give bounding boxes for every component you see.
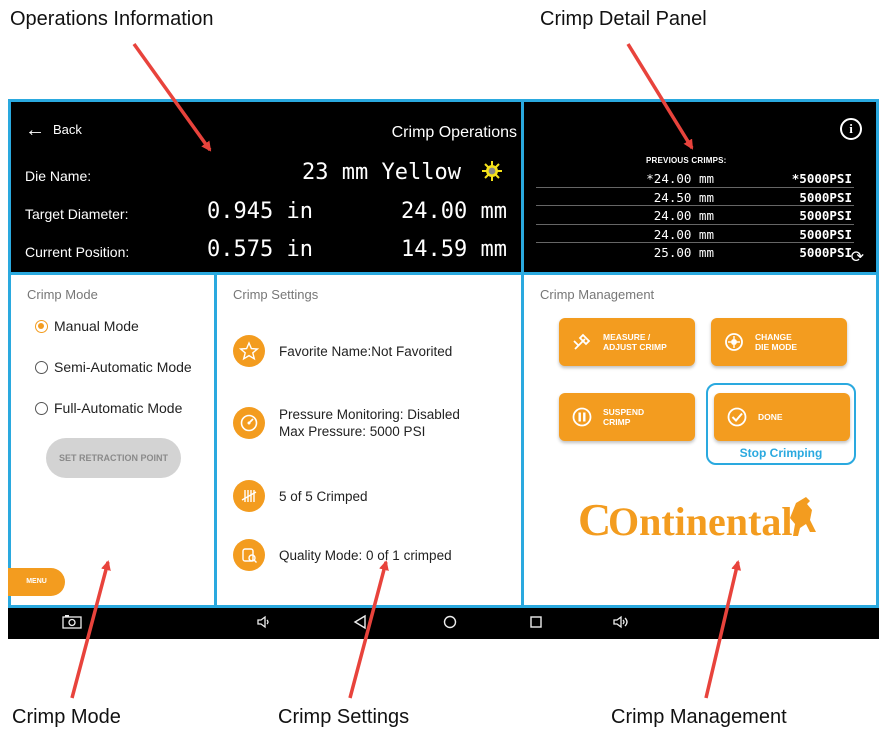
radio-unselected-icon [35, 360, 48, 374]
callout-crimp-mode: Crimp Mode [12, 706, 121, 728]
favorite-setting[interactable]: Favorite Name:Not Favorited [233, 335, 452, 367]
current-position-mm: 14.59 mm [401, 237, 507, 262]
section-title: Crimp Settings [233, 287, 319, 302]
crimp-mode-panel: Crimp Mode Manual Mode Semi-Automatic Mo… [8, 272, 217, 608]
screenshot-icon[interactable] [62, 614, 82, 634]
quality-icon [233, 539, 265, 571]
current-position-inches: 0.575 in [207, 237, 313, 262]
crimp-management-panel: Crimp Management MEASURE / ADJUST CRIMP … [521, 272, 879, 608]
tally-icon [233, 480, 265, 512]
stop-crimping-label: Stop Crimping [739, 446, 823, 460]
favorite-name-text: Favorite Name:Not Favorited [279, 343, 453, 359]
menu-button[interactable]: MENU [8, 568, 65, 596]
crimp-pressure: 5000PSI [799, 208, 852, 223]
refresh-icon[interactable]: ⟳ [851, 247, 864, 267]
set-retraction-point-button[interactable]: SET RETRACTION POINT [46, 438, 181, 478]
button-label: SUSPEND CRIMP [603, 407, 645, 427]
semi-automatic-mode-radio[interactable]: Semi-Automatic Mode [35, 359, 192, 375]
quality-mode-setting[interactable]: Quality Mode: 0 of 1 crimped [233, 539, 452, 571]
section-title: Crimp Mode [27, 287, 98, 302]
radio-selected-icon [35, 319, 48, 333]
die-name-label: Die Name: [25, 168, 92, 184]
pressure-monitoring-text: Pressure Monitoring: Disabled Max Pressu… [279, 406, 460, 440]
nav-home-icon[interactable] [442, 614, 458, 634]
target-diameter-inches: 0.945 in [207, 199, 313, 224]
previous-crimps-list: *24.00 mm *5000PSI 24.50 mm 5000PSI 24.0… [536, 169, 854, 262]
target-diameter-label: Target Diameter: [25, 206, 129, 222]
pause-icon [572, 407, 592, 427]
callout-operations-information: Operations Information [10, 8, 214, 30]
die-change-icon [725, 333, 743, 351]
measure-icon [573, 333, 591, 350]
back-arrow-icon: ← [25, 118, 45, 141]
crimp-pressure: 5000PSI [799, 189, 852, 205]
crimp-pressure: 5000PSI [799, 226, 852, 242]
back-button[interactable]: ← Back [25, 118, 82, 141]
volume-up-icon[interactable] [612, 614, 630, 634]
manual-mode-radio[interactable]: Manual Mode [35, 318, 139, 334]
gauge-icon [233, 407, 265, 439]
callout-crimp-management: Crimp Management [611, 706, 787, 728]
crimp-count-text: 5 of 5 Crimped [279, 488, 368, 504]
crimp-settings-panel: Crimp Settings Favorite Name:Not Favorit… [214, 272, 524, 608]
crimp-diameter: *24.00 mm [646, 171, 714, 186]
current-position-label: Current Position: [25, 244, 130, 260]
crimp-row: *24.00 mm *5000PSI [536, 169, 854, 188]
pressure-setting[interactable]: Pressure Monitoring: Disabled Max Pressu… [233, 406, 460, 440]
crimp-pressure: *5000PSI [791, 171, 852, 186]
suspend-crimp-button[interactable]: SUSPEND CRIMP [559, 393, 695, 441]
button-label: CHANGE DIE MODE [755, 332, 798, 352]
operations-panel: ← Back Crimp Operations Die Name: 23 mm … [8, 99, 524, 275]
crimp-diameter: 24.00 mm [653, 226, 714, 242]
callout-crimp-settings: Crimp Settings [278, 706, 410, 728]
section-title: Crimp Management [540, 287, 655, 302]
continental-logo: C Ontinental [578, 494, 816, 545]
die-name-value: 23 mm Yellow [302, 160, 461, 185]
panel-title: Crimp Operations [391, 124, 517, 141]
logo-text: Ontinental [608, 499, 792, 544]
crimp-row: 24.00 mm 5000PSI [536, 225, 854, 243]
radio-label: Semi-Automatic Mode [54, 359, 192, 375]
previous-crimps-title: PREVIOUS CRIMPS: [646, 156, 727, 165]
crimp-diameter: 24.00 mm [653, 208, 714, 223]
back-label: Back [53, 122, 82, 137]
device-screen: ← Back Crimp Operations Die Name: 23 mm … [8, 99, 879, 639]
radio-unselected-icon [35, 401, 48, 415]
volume-down-icon[interactable] [256, 614, 272, 634]
horse-icon [790, 497, 816, 536]
nav-recents-icon[interactable] [529, 614, 543, 634]
target-diameter-mm: 24.00 mm [401, 199, 507, 224]
crimp-count-setting[interactable]: 5 of 5 Crimped [233, 480, 368, 512]
measure-adjust-crimp-button[interactable]: MEASURE / ADJUST CRIMP [559, 318, 695, 366]
info-icon[interactable]: i [840, 118, 862, 140]
change-die-mode-button[interactable]: CHANGE DIE MODE [711, 318, 847, 366]
die-color-icon [482, 161, 502, 181]
crimp-row: 24.00 mm 5000PSI [536, 206, 854, 225]
callout-crimp-detail-panel: Crimp Detail Panel [540, 8, 707, 30]
crimp-diameter: 25.00 mm [653, 245, 714, 260]
button-label: MEASURE / ADJUST CRIMP [603, 332, 667, 352]
pressure-monitoring-status: Pressure Monitoring: Disabled [279, 407, 460, 422]
radio-label: Full-Automatic Mode [54, 400, 183, 416]
crimp-row: 25.00 mm 5000PSI [536, 243, 854, 262]
done-highlight-box: DONE Stop Crimping [706, 383, 856, 465]
max-pressure: Max Pressure: 5000 PSI [279, 424, 426, 439]
crimp-pressure: 5000PSI [799, 245, 852, 260]
star-icon [233, 335, 265, 367]
button-label: DONE [758, 412, 783, 422]
crimp-diameter: 24.50 mm [653, 189, 714, 205]
done-button[interactable]: DONE [714, 393, 850, 441]
nav-back-icon[interactable] [353, 614, 367, 634]
svg-text:C: C [578, 494, 610, 545]
radio-label: Manual Mode [54, 318, 139, 334]
system-navigation-bar [8, 608, 879, 639]
full-automatic-mode-radio[interactable]: Full-Automatic Mode [35, 400, 182, 416]
check-icon [727, 407, 747, 427]
quality-mode-text: Quality Mode: 0 of 1 crimped [279, 547, 452, 563]
crimp-row: 24.50 mm 5000PSI [536, 188, 854, 206]
crimp-detail-panel: i PREVIOUS CRIMPS: *24.00 mm *5000PSI 24… [521, 99, 879, 275]
